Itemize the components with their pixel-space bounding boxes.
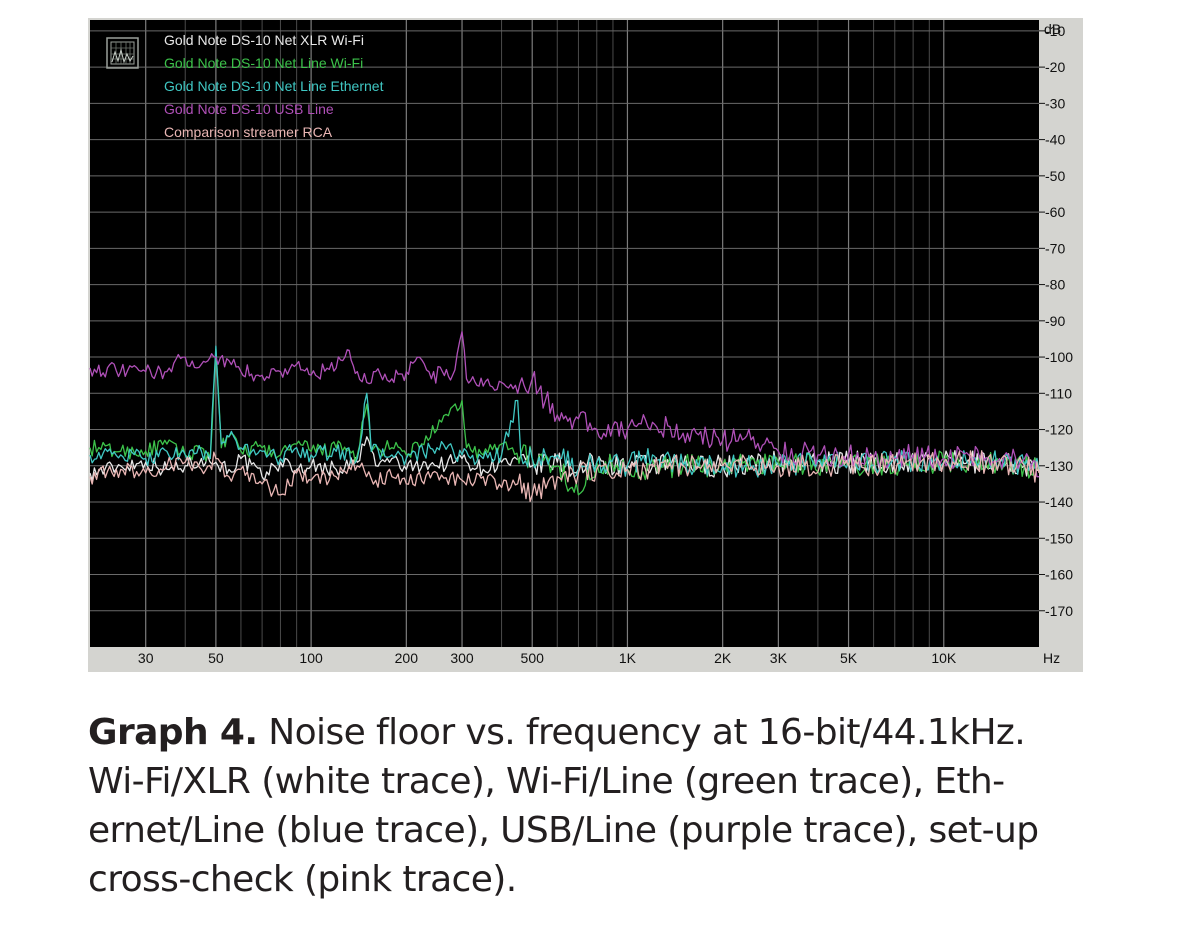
x-tick-label: 10K — [931, 650, 957, 666]
x-tick-label: 2K — [714, 650, 732, 666]
y-tick-label: -30 — [1045, 95, 1065, 111]
x-tick-label: 3K — [770, 650, 788, 666]
x-tick-label: 100 — [299, 650, 323, 666]
y-tick-label: -90 — [1045, 313, 1065, 329]
x-tick-label: 1K — [619, 650, 637, 666]
caption-line-3: ernet/Line (blue trace), USB/Line (purpl… — [88, 810, 1039, 851]
y-tick-label: -80 — [1045, 277, 1065, 293]
y-tick-label: -130 — [1045, 458, 1073, 474]
legend-item-4: Gold Note DS-10 USB Line — [164, 101, 334, 117]
x-axis-unit: Hz — [1043, 650, 1060, 666]
figure-caption: Graph 4. Noise floor vs. frequency at 16… — [88, 708, 1098, 904]
legend-item-5: Comparison streamer RCA — [164, 124, 333, 140]
caption-line-2: Wi-Fi/XLR (white trace), Wi-Fi/Line (gre… — [88, 761, 1005, 802]
caption-label: Graph 4. — [88, 712, 258, 753]
y-tick-label: -110 — [1045, 385, 1072, 401]
y-tick-label: -140 — [1045, 494, 1073, 510]
chart-svg: Gold Note DS-10 Net XLR Wi-Fi Gold Note D… — [89, 20, 1073, 666]
x-tick-label: 50 — [208, 650, 224, 666]
legend-item-3: Gold Note DS-10 Net Line Ethernet — [164, 78, 384, 94]
y-tick-label: -160 — [1045, 567, 1073, 583]
y-tick-label: -20 — [1045, 59, 1065, 75]
x-tick-label: 500 — [521, 650, 545, 666]
noise-floor-chart: Gold Note DS-10 Net XLR Wi-Fi Gold Note D… — [88, 18, 1083, 672]
caption-text: Noise floor vs. frequency at 16-bit/44.1… — [257, 712, 1026, 753]
y-axis-unit: dB — [1044, 21, 1061, 37]
y-tick-label: -120 — [1045, 422, 1073, 438]
y-tick-label: -170 — [1045, 603, 1073, 619]
y-tick-label: -60 — [1045, 204, 1065, 220]
y-axis: -10-20-30-40-50-60-70-80-90-100-110-120-… — [1039, 23, 1073, 619]
x-tick-label: 300 — [450, 650, 474, 666]
y-tick-label: -150 — [1045, 530, 1073, 546]
caption-line-4: cross-check (pink trace). — [88, 859, 517, 900]
x-tick-label: 30 — [138, 650, 154, 666]
y-tick-label: -40 — [1045, 132, 1065, 148]
caption-line-1: Graph 4. Noise floor vs. frequency at 16… — [88, 708, 1098, 757]
legend-item-2: Gold Note DS-10 Net Line Wi-Fi — [164, 55, 363, 71]
legend-item-1: Gold Note DS-10 Net XLR Wi-Fi — [164, 32, 364, 48]
y-tick-label: -50 — [1045, 168, 1065, 184]
x-tick-label: 200 — [395, 650, 419, 666]
x-tick-label: 5K — [840, 650, 858, 666]
y-tick-label: -100 — [1045, 349, 1073, 365]
x-axis: 30 50 100 200 300 500 1K 2K 3K 5K 10K — [138, 650, 957, 666]
y-tick-label: -70 — [1045, 240, 1065, 256]
